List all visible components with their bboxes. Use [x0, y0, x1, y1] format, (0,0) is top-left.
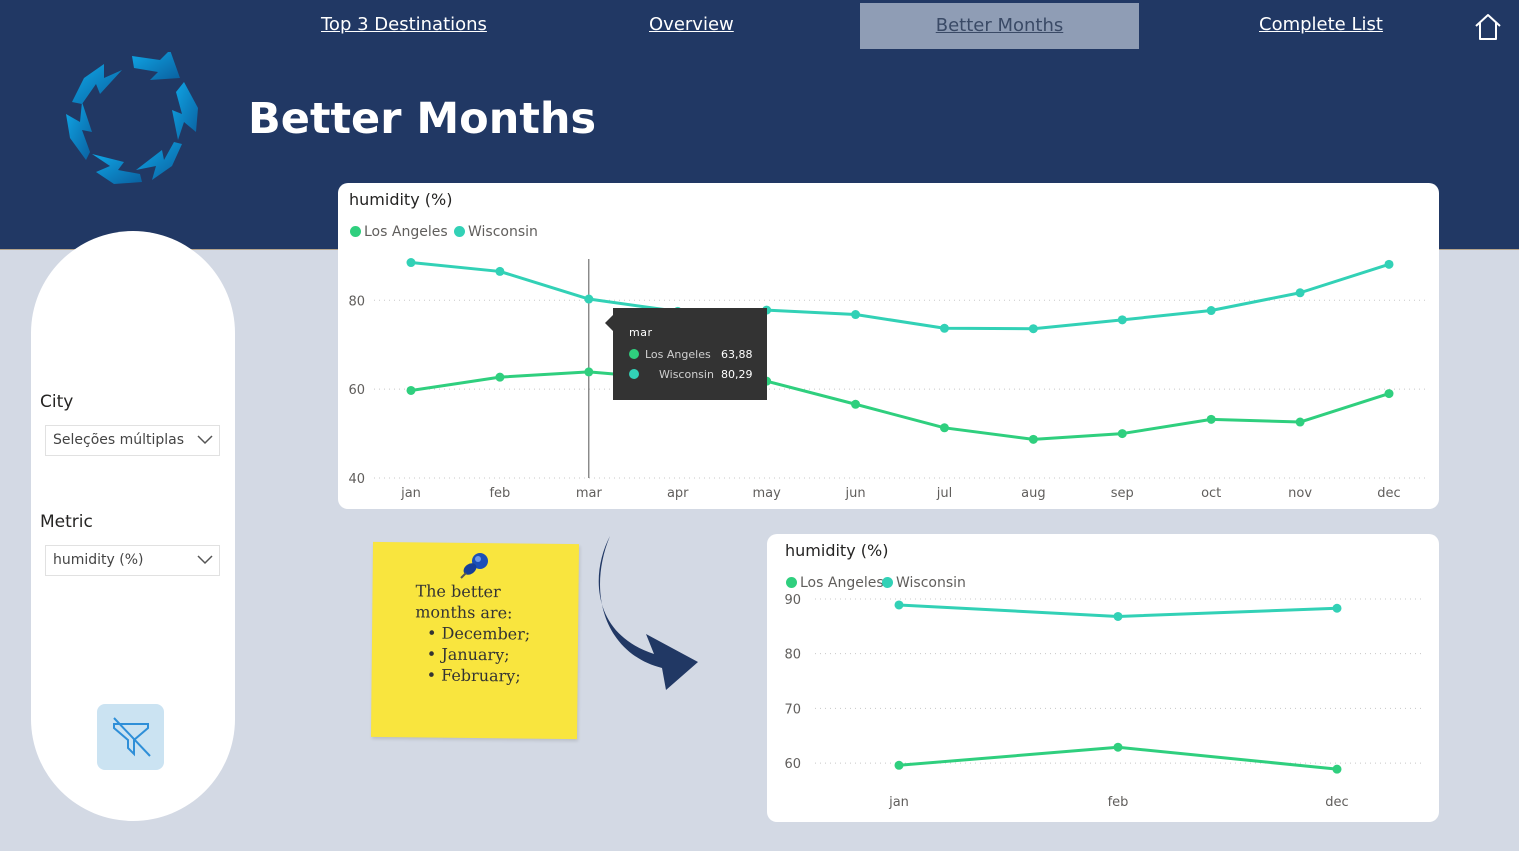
tooltip-row-wisconsin: Wisconsin 80,29 — [629, 368, 753, 381]
data-point[interactable] — [584, 367, 594, 377]
clear-filter-icon — [113, 717, 151, 757]
chevron-down-icon — [197, 555, 213, 565]
metric-dropdown[interactable]: humidity (%) — [45, 545, 220, 576]
data-point[interactable] — [1384, 259, 1394, 269]
y-tick-label: 60 — [784, 757, 801, 772]
x-tick-label: oct — [1201, 486, 1221, 501]
pushpin-icon — [460, 553, 488, 579]
x-tick-label: sep — [1111, 486, 1134, 501]
data-point[interactable] — [1113, 742, 1123, 752]
page-title: Better Months — [248, 94, 597, 144]
data-point[interactable] — [1332, 603, 1342, 613]
series-line-wisconsin[interactable] — [410, 261, 1390, 331]
data-point[interactable] — [1332, 764, 1342, 774]
data-point[interactable] — [1295, 417, 1305, 427]
data-point[interactable] — [1028, 434, 1038, 444]
chevron-down-icon — [197, 435, 213, 445]
city-dropdown-value: Seleções múltiplas — [53, 432, 185, 448]
data-point[interactable] — [584, 294, 594, 304]
tooltip-category: mar — [629, 326, 653, 339]
nav-top-3-destinations[interactable]: Top 3 Destinations — [321, 14, 487, 35]
x-tick-label: jan — [400, 486, 421, 501]
sticky-note-text: The better months are: • December; • Jan… — [415, 580, 531, 686]
x-tick-label: feb — [489, 486, 510, 501]
circular-arrows-logo-icon — [66, 52, 198, 184]
y-tick-label: 40 — [348, 472, 365, 487]
note-item: • January; — [426, 644, 510, 665]
data-point[interactable] — [406, 385, 416, 395]
tooltip-row-los-angeles: Los Angeles 63,88 — [629, 348, 753, 361]
note-item: • December; — [426, 623, 531, 644]
x-tick-label: nov — [1288, 486, 1312, 501]
data-point[interactable] — [1295, 288, 1305, 298]
series-line-los-angeles[interactable] — [410, 370, 1390, 441]
nav-overview[interactable]: Overview — [649, 14, 734, 35]
x-tick-label: dec — [1325, 795, 1348, 810]
metric-dropdown-value: humidity (%) — [53, 552, 144, 568]
data-point[interactable] — [495, 266, 505, 276]
x-tick-label: jan — [888, 795, 909, 810]
data-point[interactable] — [939, 323, 949, 333]
city-dropdown[interactable]: Seleções múltiplas — [45, 425, 220, 456]
data-point[interactable] — [939, 423, 949, 433]
metric-filter-label: Metric — [40, 512, 93, 532]
y-tick-label: 80 — [348, 294, 365, 309]
data-point[interactable] — [1113, 611, 1123, 621]
data-point[interactable] — [1206, 306, 1216, 316]
data-point[interactable] — [1028, 324, 1038, 334]
y-tick-label: 70 — [784, 702, 801, 717]
x-tick-label: apr — [667, 486, 689, 501]
chart-card-main: humidity (%) Los Angeles Wisconsin 40 60 8… — [338, 183, 1439, 509]
data-point[interactable] — [851, 399, 861, 409]
note-item: • February; — [426, 665, 521, 686]
chart-tooltip: mar Los Angeles 63,88 Wisconsin 80,29 — [613, 308, 767, 400]
x-tick-label: aug — [1021, 486, 1045, 501]
city-filter-label: City — [40, 392, 74, 412]
x-tick-label: jun — [844, 486, 865, 501]
tooltip-pointer — [605, 315, 613, 331]
data-point[interactable] — [1117, 315, 1127, 325]
y-tick-label: 60 — [348, 383, 365, 398]
nav-complete-list[interactable]: Complete List — [1259, 14, 1383, 35]
x-tick-label: dec — [1377, 486, 1400, 501]
x-tick-label: mar — [576, 486, 603, 501]
data-point[interactable] — [1117, 429, 1127, 439]
humidity-line-chart[interactable]: 40 60 80 jan feb mar apr may jun jul aug sep oct nov d… — [338, 183, 1439, 509]
curved-arrow-icon — [598, 536, 698, 690]
data-point[interactable] — [894, 600, 904, 610]
note-heading-line: months are: — [415, 602, 513, 623]
y-tick-label: 90 — [784, 593, 801, 608]
data-point[interactable] — [495, 372, 505, 382]
data-point[interactable] — [406, 258, 416, 268]
nav-better-months-label: Better Months — [935, 15, 1064, 36]
y-tick-label: 80 — [784, 648, 801, 663]
chart-card-better-months: humidity (%) Los Angeles Wisconsin 60 70 8… — [767, 534, 1439, 822]
note-heading-line: The better — [415, 581, 501, 602]
x-tick-label: may — [752, 486, 781, 501]
home-icon[interactable] — [1473, 12, 1503, 42]
data-point[interactable] — [894, 760, 904, 770]
data-point[interactable] — [1384, 389, 1394, 399]
data-point[interactable] — [851, 310, 861, 320]
x-tick-label: feb — [1108, 795, 1129, 810]
nav-better-months[interactable]: Better Months — [860, 3, 1139, 49]
better-months-line-chart[interactable]: 60 70 80 90 jan feb dec — [767, 534, 1439, 822]
data-point[interactable] — [1206, 414, 1216, 424]
clear-filters-button[interactable] — [97, 704, 164, 770]
x-tick-label: jul — [936, 486, 952, 501]
